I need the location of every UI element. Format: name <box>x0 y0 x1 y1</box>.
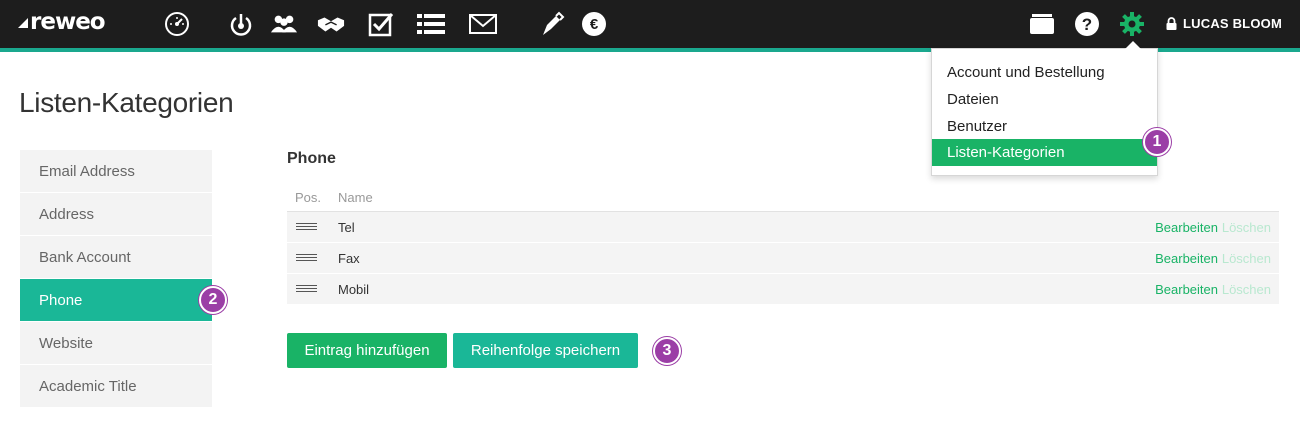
menu-item-users[interactable]: Benutzer <box>932 113 1157 140</box>
svg-text:?: ? <box>1082 15 1092 34</box>
archive-icon[interactable] <box>1028 11 1056 37</box>
sidebar-item-website[interactable]: Website <box>20 322 212 365</box>
sidebar-item-phone[interactable]: Phone <box>20 279 212 322</box>
table-row: Fax Bearbeiten Löschen <box>287 243 1279 274</box>
table-header: Pos. Name <box>287 183 1279 212</box>
menu-item-account[interactable]: Account und Bestellung <box>932 59 1157 86</box>
entry-name: Fax <box>338 251 360 266</box>
step-badge-3: 3 <box>653 337 681 365</box>
column-header-pos: Pos. <box>295 190 322 205</box>
column-header-name: Name <box>338 190 373 205</box>
entries-table: Pos. Name Tel Bearbeiten Löschen Fax Bea… <box>287 183 1279 305</box>
settings-dropdown-menu: Account und Bestellung Dateien Benutzer … <box>931 41 1158 176</box>
sidebar-item-bank-account[interactable]: Bank Account <box>20 236 212 279</box>
menu-item-files[interactable]: Dateien <box>932 86 1157 113</box>
edit-link[interactable]: Bearbeiten <box>1155 282 1218 297</box>
entry-name: Mobil <box>338 282 370 297</box>
sidebar-item-email-address[interactable]: Email Address <box>20 150 212 193</box>
sidebar-item-address[interactable]: Address <box>20 193 212 236</box>
dashboard-icon[interactable] <box>163 11 191 37</box>
logo-text: reweo <box>30 9 106 35</box>
tasks-icon[interactable] <box>367 11 395 37</box>
edit-link[interactable]: Bearbeiten <box>1155 220 1218 235</box>
section-title: Phone <box>287 150 336 167</box>
pen-icon[interactable] <box>538 11 566 37</box>
list-icon[interactable] <box>417 11 445 37</box>
gear-icon[interactable] <box>1118 11 1146 37</box>
drag-handle-icon[interactable] <box>296 223 317 233</box>
delete-link[interactable]: Löschen <box>1222 282 1271 297</box>
drag-handle-icon[interactable] <box>296 254 317 264</box>
page-title: Listen-Kategorien <box>19 87 234 118</box>
handshake-icon[interactable] <box>317 11 345 37</box>
lock-icon <box>1166 17 1177 30</box>
category-sidebar: Email Address Address Bank Account Phone… <box>20 150 212 408</box>
help-icon[interactable]: ? <box>1073 11 1101 37</box>
power-icon[interactable] <box>227 11 255 37</box>
euro-icon[interactable]: € <box>580 11 608 37</box>
mail-icon[interactable] <box>469 11 497 37</box>
top-navigation-bar: reweo € ? LUCAS BLOOM <box>0 0 1300 48</box>
sidebar-item-academic-title[interactable]: Academic Title <box>20 365 212 408</box>
delete-link[interactable]: Löschen <box>1222 220 1271 235</box>
contacts-icon[interactable] <box>270 11 298 37</box>
menu-item-list-categories[interactable]: Listen-Kategorien <box>932 139 1157 166</box>
app-logo[interactable]: reweo <box>18 9 106 35</box>
table-row: Mobil Bearbeiten Löschen <box>287 274 1279 305</box>
entry-name: Tel <box>338 220 355 235</box>
delete-link[interactable]: Löschen <box>1222 251 1271 266</box>
step-badge-1: 1 <box>1143 128 1171 156</box>
add-entry-button[interactable]: Eintrag hinzufügen <box>287 333 447 368</box>
step-badge-2: 2 <box>199 286 227 314</box>
edit-link[interactable]: Bearbeiten <box>1155 251 1218 266</box>
user-menu[interactable]: LUCAS BLOOM <box>1166 16 1282 31</box>
table-row: Tel Bearbeiten Löschen <box>287 212 1279 243</box>
drag-handle-icon[interactable] <box>296 285 317 295</box>
svg-text:€: € <box>590 16 599 33</box>
save-order-button[interactable]: Reihenfolge speichern <box>453 333 638 368</box>
user-name: LUCAS BLOOM <box>1183 16 1282 31</box>
